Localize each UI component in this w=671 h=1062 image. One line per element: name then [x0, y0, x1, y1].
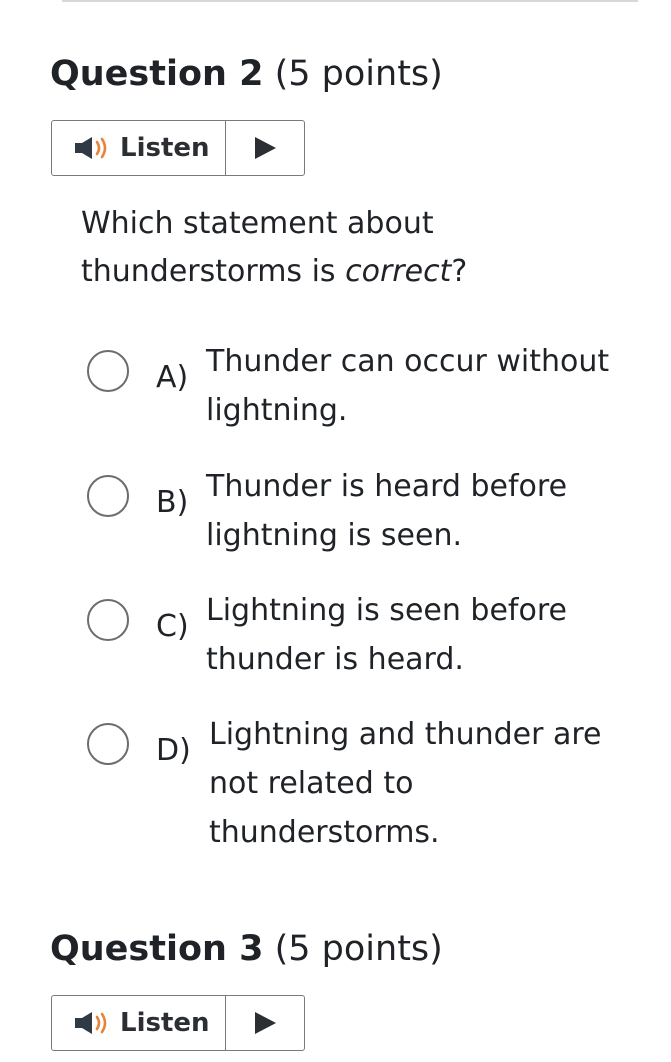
- option-c-radio[interactable]: [87, 599, 129, 641]
- option-a-text: Thunder can occur without lightning.: [206, 344, 610, 428]
- play-icon: [252, 1010, 278, 1036]
- option-c-letter: C): [156, 609, 189, 644]
- play-icon: [252, 135, 278, 161]
- speaker-icon: [72, 1010, 116, 1036]
- option-a-radio[interactable]: [87, 350, 129, 392]
- option-d-text: Lightning and thunder are not related to…: [209, 717, 602, 850]
- question-3-play-button[interactable]: [226, 996, 304, 1050]
- question-3-listen-widget: Listen: [51, 995, 305, 1051]
- option-b-letter: B): [156, 485, 189, 520]
- option-d-radio[interactable]: [87, 723, 129, 765]
- question-3-number: Question 3: [50, 929, 264, 969]
- question-2-prompt: Which statement about thunderstorms is c…: [81, 200, 521, 296]
- question-2-play-button[interactable]: [226, 121, 304, 175]
- question-2-number: Question 2: [50, 54, 264, 94]
- option-d[interactable]: D) Lightning and thunder are not related…: [82, 713, 642, 863]
- question-3-listen-button[interactable]: Listen: [52, 996, 226, 1050]
- option-a-letter: A): [156, 360, 189, 395]
- question-2-points: (5 points): [274, 54, 443, 94]
- question-2-listen-button[interactable]: Listen: [52, 121, 226, 175]
- listen-label: Listen: [120, 1008, 210, 1038]
- top-divider: [62, 0, 638, 2]
- speaker-icon: [72, 135, 116, 161]
- option-a[interactable]: A) Thunder can occur without lightning.: [82, 340, 642, 440]
- option-c-text: Lightning is seen before thunder is hear…: [206, 593, 567, 677]
- option-b[interactable]: B) Thunder is heard before lightning is …: [82, 465, 642, 565]
- option-b-text: Thunder is heard before lightning is see…: [206, 469, 568, 553]
- question-3-points: (5 points): [274, 929, 443, 969]
- question-3-title: Question 3 (5 points): [50, 927, 443, 971]
- prompt-end: ?: [451, 254, 468, 289]
- question-2-title: Question 2 (5 points): [50, 52, 443, 96]
- option-c[interactable]: C) Lightning is seen before thunder is h…: [82, 589, 642, 689]
- option-b-radio[interactable]: [87, 475, 129, 517]
- listen-label: Listen: [120, 133, 210, 163]
- prompt-emphasis: correct: [345, 254, 452, 289]
- question-2-listen-widget: Listen: [51, 120, 305, 176]
- option-d-letter: D): [156, 733, 191, 768]
